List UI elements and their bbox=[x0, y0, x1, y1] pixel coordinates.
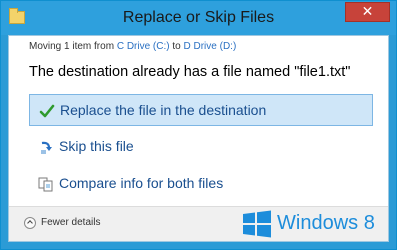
compare-files-label: Compare info for both files bbox=[59, 175, 224, 191]
replace-file-label: Replace the file in the destination bbox=[60, 102, 267, 118]
chevron-up-icon[interactable] bbox=[24, 217, 36, 229]
replace-file-option[interactable]: Replace the file in the destination bbox=[29, 94, 373, 126]
compare-files-option[interactable]: Compare info for both files bbox=[29, 168, 373, 200]
destination-drive-link[interactable]: D Drive (D:) bbox=[184, 41, 237, 52]
dialog-content: Moving 1 item from C Drive (C:) to D Dri… bbox=[8, 35, 389, 242]
fewer-details-link[interactable]: Fewer details bbox=[41, 217, 100, 228]
close-button[interactable]: ✕ bbox=[345, 2, 390, 22]
to-word: to bbox=[169, 41, 184, 52]
skip-file-option[interactable]: Skip this file bbox=[29, 131, 373, 163]
windows-logo-icon bbox=[243, 210, 271, 238]
source-drive-link[interactable]: C Drive (C:) bbox=[117, 41, 170, 52]
moving-status: Moving 1 item from C Drive (C:) to D Dri… bbox=[29, 41, 236, 52]
checkmark-icon bbox=[39, 104, 55, 118]
windows-brand-text: Windows 8 bbox=[277, 212, 375, 234]
dialog-window: Replace or Skip Files ✕ Moving 1 item fr… bbox=[0, 0, 397, 250]
moving-prefix: Moving 1 item from bbox=[29, 41, 117, 52]
compare-files-icon bbox=[38, 177, 53, 192]
title-bar[interactable]: Replace or Skip Files ✕ bbox=[1, 1, 396, 35]
dialog-footer: Fewer details Windows 8 bbox=[9, 206, 388, 241]
skip-file-label: Skip this file bbox=[59, 138, 134, 154]
skip-arrow-icon bbox=[41, 141, 52, 154]
conflict-message: The destination already has a file named… bbox=[29, 64, 351, 80]
window-title: Replace or Skip Files bbox=[122, 9, 275, 26]
